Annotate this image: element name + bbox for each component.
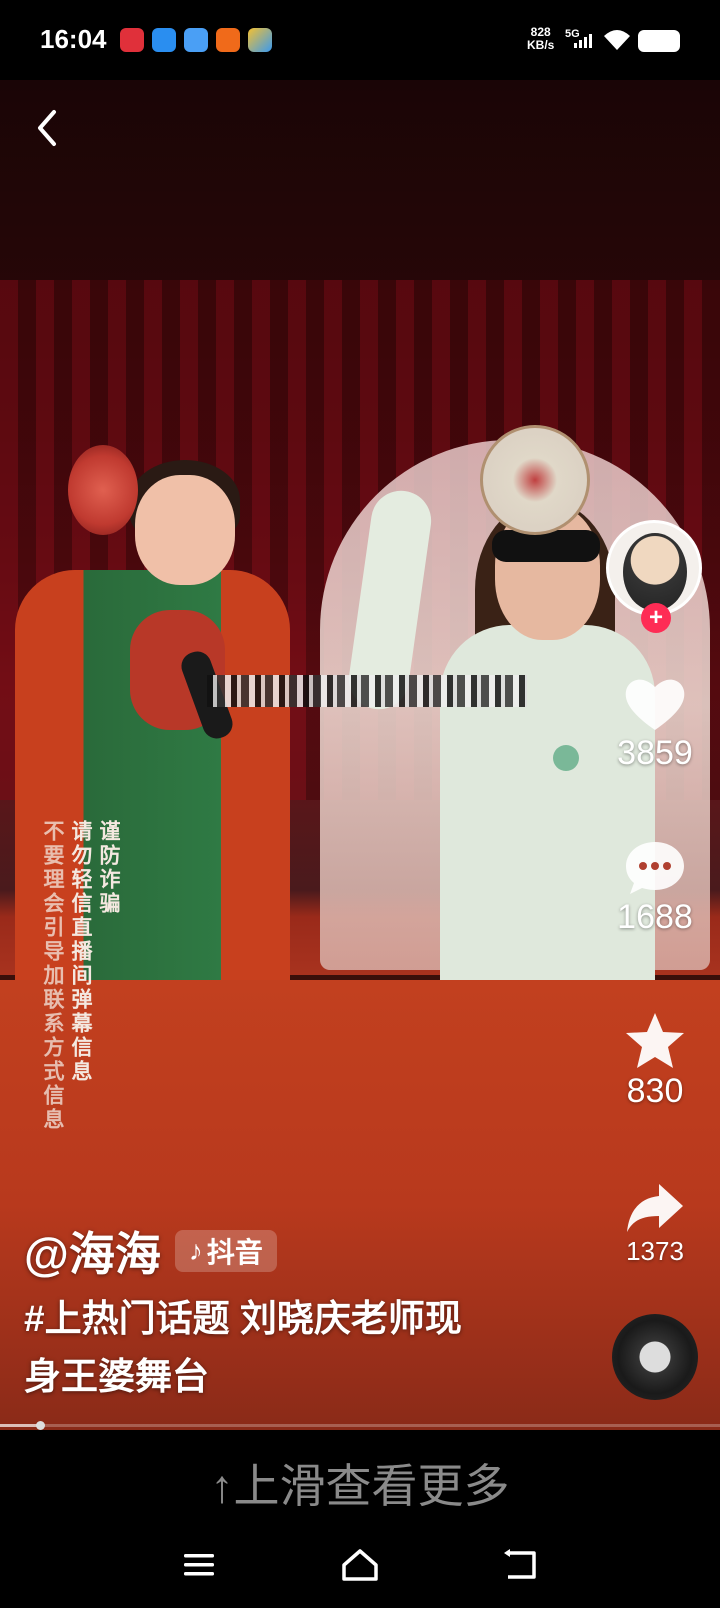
- platform-badge: ♪ 抖音: [174, 1230, 277, 1272]
- comment-count: 1688: [617, 898, 693, 936]
- status-bar: 16:04 828 KB/s 5G: [0, 0, 720, 80]
- like-count: 3859: [617, 734, 693, 772]
- net-speed: 828 KB/s: [527, 26, 554, 52]
- video-caption[interactable]: #上热门话题 刘晓庆老师现身王婆舞台: [24, 1290, 494, 1406]
- heart-icon: [625, 679, 685, 730]
- video-progress-bar[interactable]: [0, 1421, 720, 1430]
- notification-icons: [120, 28, 272, 52]
- douyin-logo-icon: ♪: [188, 1235, 203, 1266]
- like-button[interactable]: 3859: [600, 674, 710, 773]
- share-arrow-icon: [627, 1184, 683, 1232]
- signal-icon: [574, 34, 592, 48]
- avatar-portrait: [623, 533, 687, 611]
- home-icon[interactable]: [340, 1547, 380, 1583]
- follow-button[interactable]: +: [641, 603, 671, 633]
- progress-fill: [0, 1424, 40, 1427]
- performer-left-face: [135, 475, 235, 585]
- star-icon: [626, 1013, 684, 1068]
- share-button[interactable]: 1373: [600, 1180, 710, 1267]
- music-disc[interactable]: [612, 1314, 698, 1400]
- menu-icon[interactable]: [180, 1547, 220, 1583]
- comment-icon: [626, 842, 684, 894]
- author-name[interactable]: @海海: [24, 1218, 161, 1284]
- app-icon-red: [120, 28, 144, 52]
- performer-left-hair-flower: [68, 445, 138, 535]
- app-icon-multicolor: [248, 28, 272, 52]
- comment-button[interactable]: 1688: [600, 838, 710, 937]
- chevron-left-icon: [38, 110, 56, 146]
- app-icon-orange: [216, 28, 240, 52]
- battery-icon: [638, 30, 680, 52]
- app-icon-blue-light: [184, 28, 208, 52]
- disclaimer-line: 谨防诈骗: [97, 820, 120, 916]
- anti-fraud-disclaimer: 谨防诈骗 请勿轻信直播间弹幕信息 不要理会引导加联系方式信息: [40, 820, 120, 1132]
- net-speed-unit: KB/s: [527, 38, 555, 52]
- app-icon-blue: [152, 28, 176, 52]
- favorite-count: 830: [626, 1072, 684, 1110]
- share-count: 1373: [626, 1236, 684, 1266]
- system-nav-bar: [0, 1535, 720, 1595]
- wifi-icon: [604, 30, 630, 50]
- status-time: 16:04: [40, 24, 107, 54]
- platform-name: 抖音: [206, 1237, 263, 1268]
- censored-text-bar: [207, 675, 527, 707]
- author-avatar[interactable]: [606, 520, 702, 616]
- disclaimer-line: 不要理会引导加联系方式信息: [41, 820, 64, 1132]
- sunglasses: [492, 530, 600, 562]
- jade-pendant: [553, 745, 579, 771]
- swipe-up-hint[interactable]: ↑上滑查看更多: [0, 1450, 720, 1516]
- progress-handle[interactable]: [36, 1421, 45, 1430]
- round-fan: [480, 425, 590, 535]
- back-nav-icon[interactable]: [500, 1547, 540, 1583]
- favorite-button[interactable]: 830: [600, 1010, 710, 1111]
- author-row: @海海 ♪ 抖音: [24, 1218, 277, 1284]
- disclaimer-line: 请勿轻信直播间弹幕信息: [69, 820, 92, 1084]
- back-button[interactable]: [24, 104, 72, 152]
